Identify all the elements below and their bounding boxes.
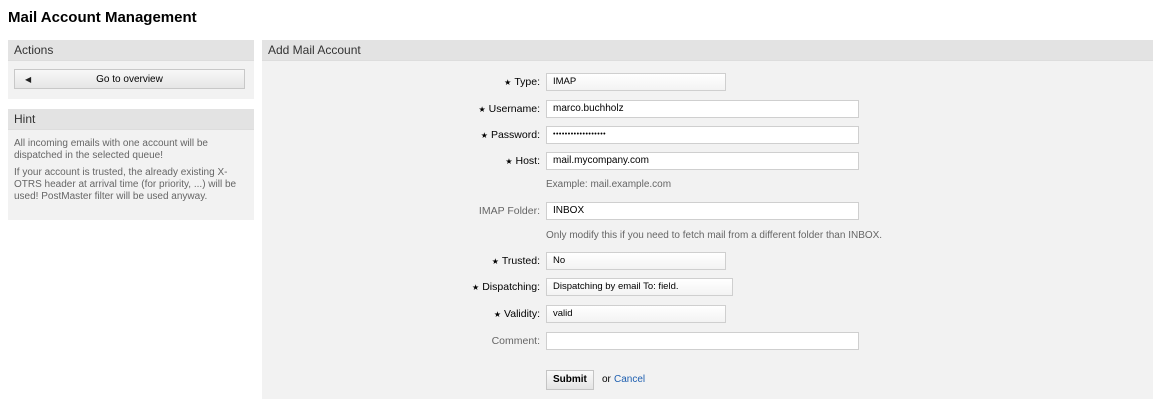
validity-select[interactable]: valid	[546, 305, 726, 323]
go-to-overview-label: Go to overview	[96, 74, 163, 85]
imap-folder-label: IMAP Folder:	[478, 205, 540, 217]
trusted-label: ★ Trusted:	[491, 255, 540, 267]
host-label: ★ Host:	[505, 155, 540, 167]
host-input[interactable]: mail.mycompany.com	[546, 152, 859, 170]
username-input[interactable]: marco.buchholz	[546, 100, 859, 118]
go-to-overview-button[interactable]: ◀ Go to overview	[14, 69, 245, 89]
hint-box: Hint All incoming emails with one accoun…	[8, 109, 254, 220]
add-mail-account-panel: Add Mail Account ★ Type: IMAP ★ Username: …	[262, 40, 1153, 399]
hint-text-1: All incoming emails with one account wil…	[14, 138, 208, 161]
actions-box: Actions ◀ Go to overview	[8, 40, 254, 99]
hint-header: Hint	[8, 109, 254, 130]
required-star-icon: ★	[491, 257, 499, 266]
type-select[interactable]: IMAP	[546, 73, 726, 91]
host-help: Example: mail.example.com	[546, 179, 672, 190]
comment-input[interactable]	[546, 332, 859, 350]
required-star-icon: ★	[480, 131, 488, 140]
required-star-icon: ★	[505, 157, 513, 166]
cancel-link[interactable]: Cancel	[614, 374, 645, 385]
hint-text-2: If your account is trusted, the already …	[14, 167, 237, 202]
submit-button[interactable]: Submit	[546, 370, 594, 390]
required-star-icon: ★	[472, 283, 480, 292]
sidebar: Actions ◀ Go to overview Hint All incomi…	[8, 40, 254, 230]
caret-left-icon: ◀	[25, 75, 32, 84]
type-label: ★ Type:	[504, 76, 540, 88]
page-title: Mail Account Management	[8, 9, 197, 26]
required-star-icon: ★	[478, 105, 486, 114]
password-label: ★ Password:	[480, 129, 540, 141]
required-star-icon: ★	[493, 310, 501, 319]
password-input[interactable]: ••••••••••••••••••	[546, 126, 859, 144]
imap-folder-help: Only modify this if you need to fetch ma…	[546, 230, 883, 241]
dispatching-select[interactable]: Dispatching by email To: field.	[546, 278, 733, 296]
username-label: ★ Username:	[478, 103, 540, 115]
panel-title: Add Mail Account	[262, 40, 1153, 61]
required-star-icon: ★	[504, 78, 512, 87]
dispatching-label: ★ Dispatching:	[472, 281, 540, 293]
validity-label: ★ Validity:	[493, 308, 540, 320]
trusted-select[interactable]: No	[546, 252, 726, 270]
imap-folder-input[interactable]: INBOX	[546, 202, 859, 220]
actions-header: Actions	[8, 40, 254, 61]
or-text: or	[602, 374, 611, 385]
comment-label: Comment:	[491, 335, 540, 347]
